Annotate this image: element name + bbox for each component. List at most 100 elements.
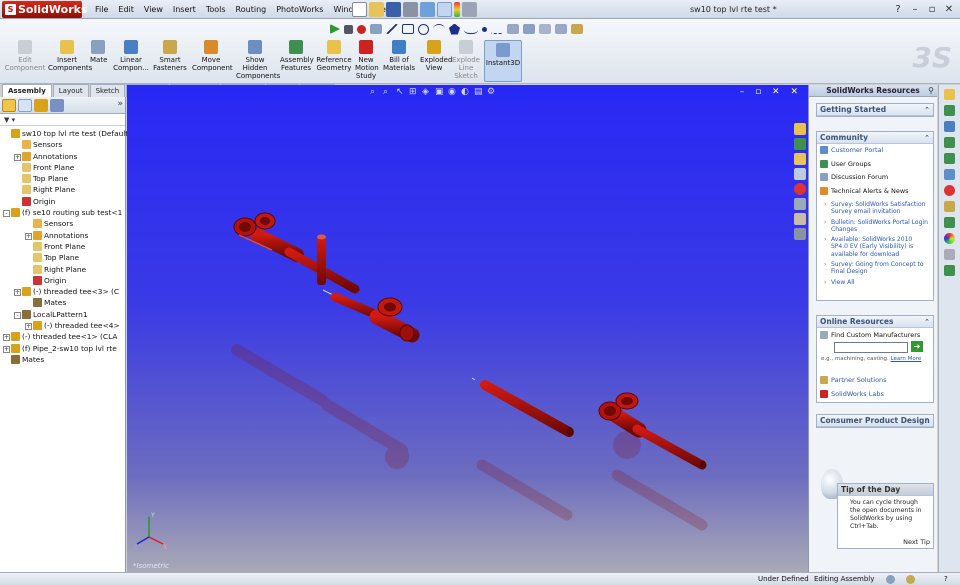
record-icon[interactable] (357, 24, 366, 34)
expand-toggle-icon[interactable]: + (25, 323, 32, 331)
rss-icon[interactable] (944, 137, 955, 148)
expand-toggle-icon[interactable]: + (3, 334, 10, 342)
database-icon[interactable] (944, 201, 955, 212)
news-link[interactable]: Available: SolidWorks 2010 SP4.0 EV (Ear… (817, 236, 933, 258)
tree-item[interactable]: + Annotations (0, 230, 125, 241)
units-icon[interactable] (906, 575, 915, 584)
tree-item[interactable]: Right Plane (0, 264, 125, 275)
reference-geometry-button[interactable]: Reference Geometry (314, 40, 354, 72)
show-hidden-components-button[interactable]: Show Hidden Components (236, 40, 280, 80)
tree-item[interactable]: sw10 top lvl rte test (Default< (0, 128, 134, 139)
pipe-segment-3[interactable] (480, 380, 574, 437)
help-icon[interactable]: ? (891, 2, 905, 17)
tab-assembly[interactable]: Assembly (2, 84, 52, 97)
save-icon[interactable] (386, 2, 401, 17)
smart-fasteners-button[interactable]: Smart Fasteners (152, 40, 188, 72)
news-link[interactable]: Bulletin: SolidWorks Portal Login Change… (817, 219, 933, 234)
consumer-product-design-panel[interactable]: Consumer Product Design ⌃ (816, 414, 934, 428)
close-icon[interactable]: ✕ (942, 2, 956, 17)
search-go-button[interactable]: ➔ (911, 341, 923, 352)
arc-icon[interactable] (433, 24, 445, 34)
tree-item[interactable]: Top Plane (0, 252, 125, 263)
appearances-icon[interactable] (794, 198, 806, 210)
threaded-tee-right[interactable] (598, 392, 647, 438)
custom-properties-icon[interactable] (794, 213, 806, 225)
solidworks-labs-link[interactable]: SolidWorks Labs (817, 390, 933, 398)
model-viewport[interactable]: Y X Z (127, 85, 808, 572)
tree-item[interactable]: Origin (0, 275, 125, 286)
menu-insert[interactable]: Insert (168, 0, 201, 19)
library-icon[interactable] (944, 105, 955, 116)
smart-dimension-icon[interactable] (370, 24, 382, 34)
tree-item[interactable]: Top Plane (0, 173, 125, 184)
restore-icon[interactable]: ▫ (925, 2, 939, 17)
point-icon[interactable] (482, 26, 487, 32)
tree-item[interactable]: Mates (0, 297, 125, 308)
menu-edit[interactable]: Edit (113, 0, 139, 19)
threaded-tee-middle[interactable] (369, 297, 420, 343)
configuration-manager-icon[interactable] (34, 99, 48, 112)
graphics-area[interactable]: ⌕ ⌕ ↖ ⊞ ◈ ▣ ◉ ◐ ▤ ⚙ – ▫ ✕ ✕ Y X Z *Isome… (127, 85, 808, 572)
partner-solutions-link[interactable]: Partner Solutions (817, 376, 933, 384)
tree-filter-icon[interactable]: ▼ ▾ (0, 114, 125, 126)
collapse-icon[interactable]: ⌃ (924, 104, 930, 116)
tree-item[interactable]: - (f) se10 routing sub test<1 (0, 207, 125, 218)
tree-item[interactable]: Front Plane (0, 241, 125, 252)
expand-toggle-icon[interactable]: - (14, 311, 21, 319)
community-item[interactable]: Customer Portal (817, 146, 933, 154)
collapse-icon[interactable]: ⌃ (924, 415, 930, 427)
offset-icon[interactable] (539, 24, 551, 34)
polygon-icon[interactable] (449, 23, 460, 35)
edit-component-button[interactable]: Edit Component (2, 40, 48, 72)
stop-icon[interactable] (344, 24, 353, 34)
getting-started-panel[interactable]: Getting Started ⌃ (816, 103, 934, 117)
pipe-vertical[interactable] (317, 234, 326, 286)
tree-item[interactable]: Sensors (0, 218, 125, 229)
tree-item[interactable]: + (-) threaded tee<4> (0, 320, 125, 331)
tree-item[interactable]: Right Plane (0, 184, 125, 195)
tree-item[interactable]: + (-) threaded tee<3> (C (0, 286, 125, 297)
menu-tools[interactable]: Tools (201, 0, 231, 19)
tree-item[interactable]: Origin (0, 196, 125, 207)
collapse-icon[interactable]: ⌃ (924, 316, 930, 328)
pin-icon[interactable]: ⚲ (928, 86, 934, 95)
home-icon[interactable] (794, 123, 806, 135)
expand-toggle-icon[interactable]: + (14, 289, 21, 297)
documents-icon[interactable] (944, 249, 955, 260)
tree-item[interactable]: + Annotations (0, 151, 125, 162)
forum-icon[interactable] (944, 265, 955, 276)
options-icon[interactable] (462, 2, 477, 17)
explorer-icon[interactable] (944, 121, 955, 132)
next-tip-link[interactable]: Next Tip (903, 538, 930, 546)
manufacturer-search-input[interactable] (834, 341, 908, 353)
file-explorer-icon[interactable] (794, 153, 806, 165)
feature-tree-icon[interactable] (2, 99, 16, 112)
mate-button[interactable]: Mate (90, 40, 107, 64)
display-relations-icon[interactable] (571, 24, 583, 34)
tree-item[interactable]: + (-) threaded tee<1> (CLA (0, 331, 125, 342)
instant3d-button[interactable]: Instant3D (484, 40, 522, 82)
expand-panel-icon[interactable]: » (117, 99, 123, 111)
mirror-icon[interactable] (507, 24, 519, 34)
search-icon[interactable] (794, 168, 806, 180)
new-document-icon[interactable] (352, 2, 367, 17)
assembly-features-button[interactable]: Assembly Features (280, 40, 314, 72)
explode-line-sketch-button[interactable]: Explode Line Sketch (451, 40, 481, 80)
sketch-fillet-icon[interactable] (555, 24, 567, 34)
color-wheel-icon[interactable] (944, 233, 955, 244)
property-manager-icon[interactable] (18, 99, 32, 112)
tree-item[interactable]: + (f) Pipe_2-sw10 top lvl rte (0, 343, 125, 354)
community-item[interactable]: Technical Alerts & News (817, 186, 933, 195)
centerline-icon[interactable] (491, 24, 503, 34)
tools-icon[interactable] (944, 217, 955, 228)
chart-icon[interactable] (944, 185, 955, 196)
solidworks-logo[interactable]: S SolidWorks (2, 1, 87, 18)
play-icon[interactable] (330, 24, 340, 34)
pipe-segment-4[interactable] (632, 424, 707, 470)
rectangle-icon[interactable] (402, 24, 414, 34)
rebuild-icon[interactable] (886, 575, 895, 584)
toolbox-icon[interactable] (794, 228, 806, 240)
tab-layout[interactable]: Layout (52, 84, 89, 97)
spline-icon[interactable] (464, 24, 478, 34)
circle-icon[interactable] (418, 23, 429, 35)
